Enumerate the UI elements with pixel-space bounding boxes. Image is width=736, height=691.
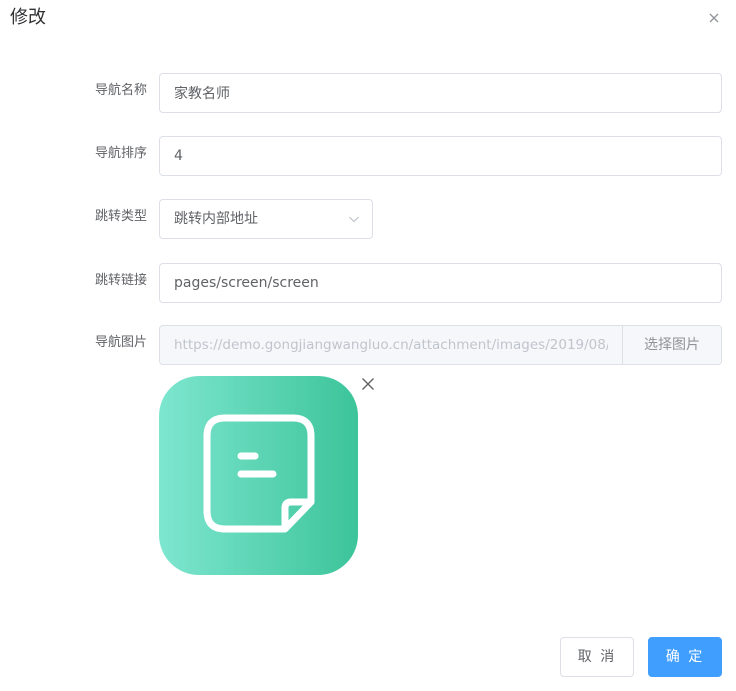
confirm-button[interactable]: 确 定 xyxy=(648,637,722,677)
nav-image-label: 导航图片 xyxy=(94,335,147,350)
nav-name-input[interactable] xyxy=(159,73,722,113)
form-row-jump-type: 跳转类型 跳转内部地址 xyxy=(0,199,736,239)
remove-image-icon[interactable] xyxy=(361,377,375,391)
cancel-button[interactable]: 取 消 xyxy=(560,637,634,677)
jump-type-selected-value: 跳转内部地址 xyxy=(174,211,258,227)
form-row-nav-name: 导航名称 xyxy=(0,73,736,113)
nav-name-label: 导航名称 xyxy=(94,83,147,98)
jump-link-label: 跳转链接 xyxy=(94,273,147,288)
form-row-nav-image: 导航图片 选择图片 xyxy=(0,325,736,365)
edit-dialog: 修改 导航名称 导航排序 跳转类型 跳转内部地址 跳转链接 导航图片 选择图片 xyxy=(0,0,736,691)
jump-link-input[interactable] xyxy=(159,263,722,303)
nav-order-input[interactable] xyxy=(159,136,722,176)
close-icon[interactable] xyxy=(706,10,722,26)
dialog-title: 修改 xyxy=(10,7,46,28)
jump-type-label: 跳转类型 xyxy=(94,209,147,224)
form-row-jump-link: 跳转链接 xyxy=(0,263,736,303)
nav-image-input-group: 选择图片 xyxy=(159,325,722,365)
chevron-down-icon xyxy=(349,216,359,223)
nav-image-url-input xyxy=(160,326,622,364)
jump-type-select[interactable]: 跳转内部地址 xyxy=(159,199,373,239)
choose-image-button[interactable]: 选择图片 xyxy=(622,326,721,364)
nav-order-label: 导航排序 xyxy=(94,146,147,161)
form-row-nav-order: 导航排序 xyxy=(0,136,736,176)
sticky-note-icon xyxy=(159,376,358,575)
